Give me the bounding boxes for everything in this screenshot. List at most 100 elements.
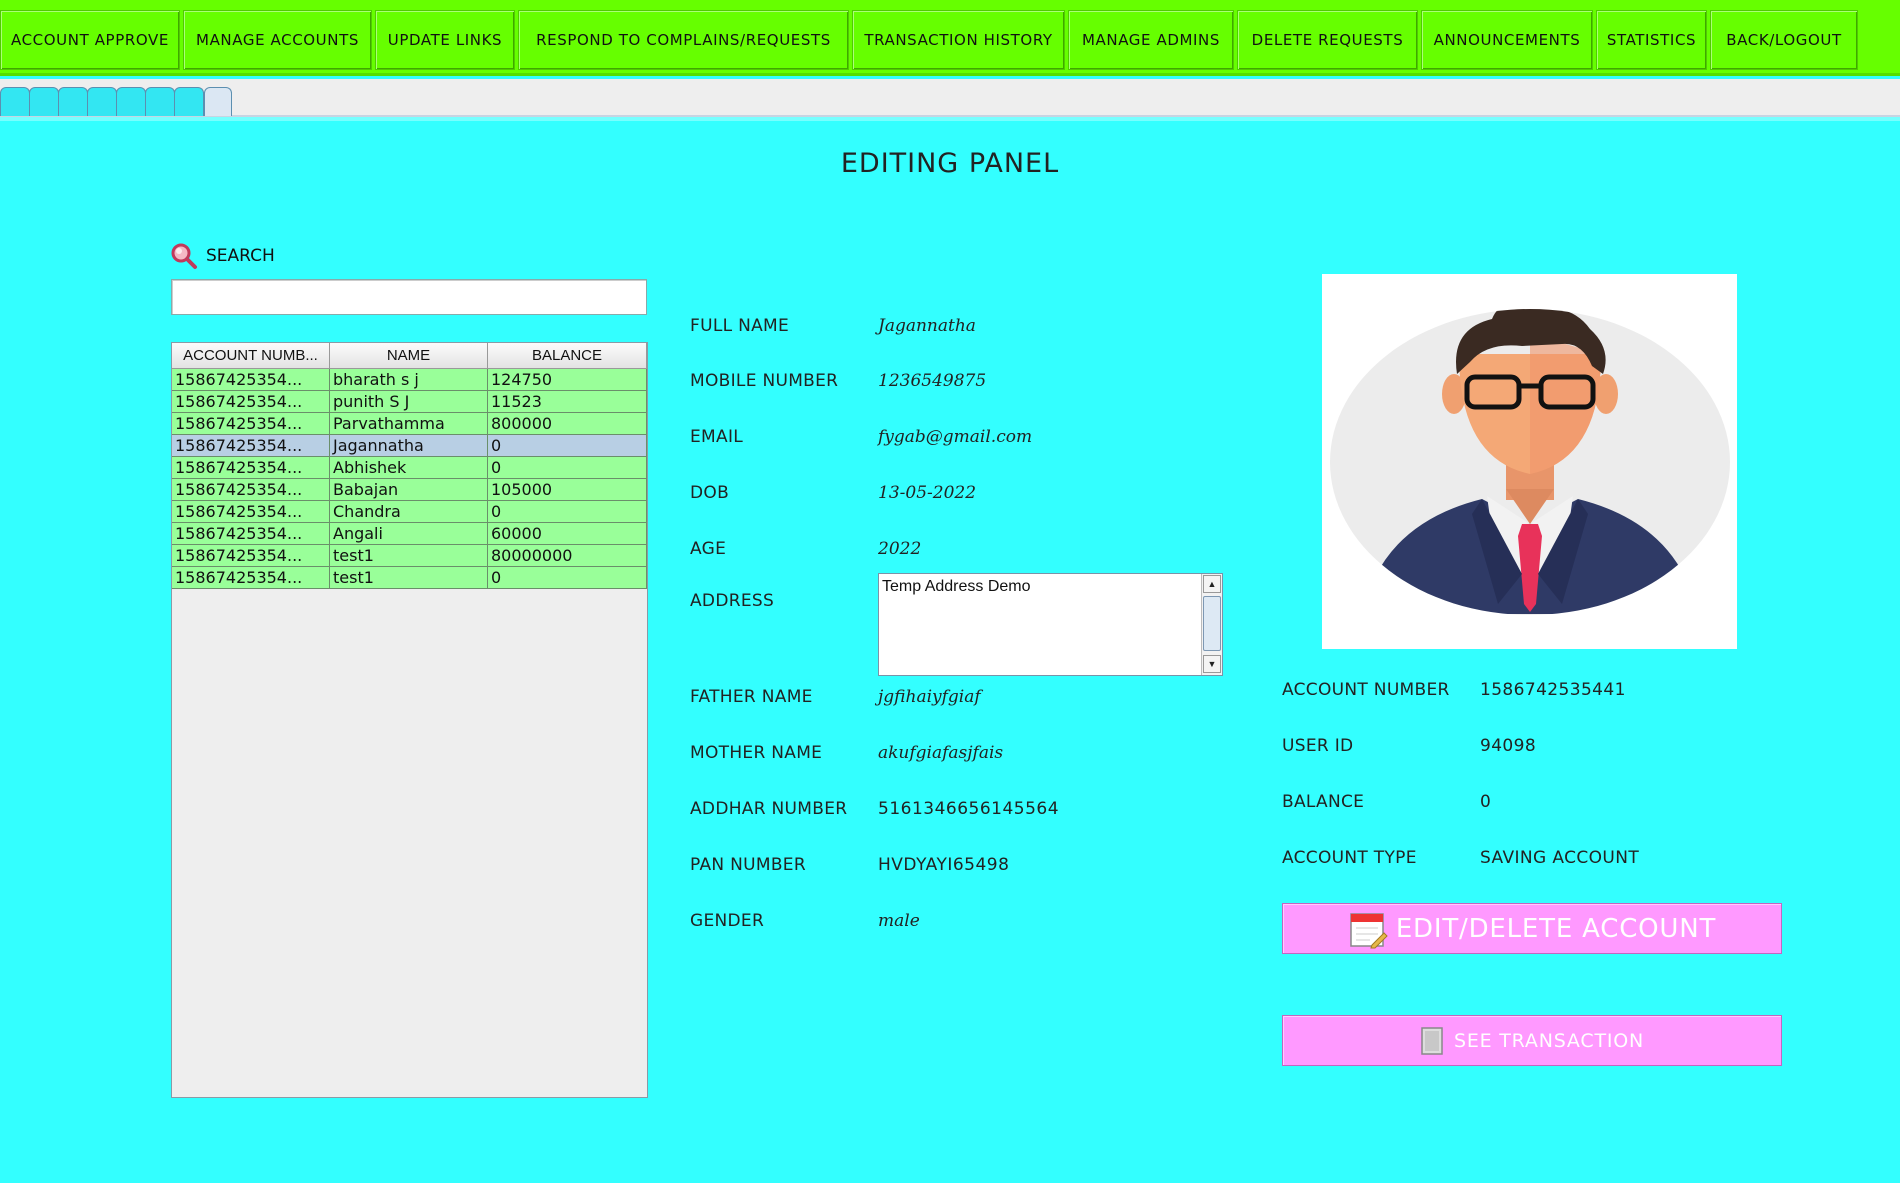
tab-editing-panel[interactable]: [204, 87, 232, 116]
table-row[interactable]: 15867425354... bharath s j 124750: [172, 369, 647, 391]
nav-update-links[interactable]: UPDATE LINKS: [375, 10, 515, 70]
address-textarea[interactable]: Temp Address Demo ▲ ▼: [878, 573, 1223, 676]
address-scrollbar[interactable]: ▲ ▼: [1201, 574, 1222, 675]
table-row[interactable]: 15867425354... Abhishek 0: [172, 457, 647, 479]
user-photo: [1322, 274, 1737, 649]
aadhar-label: ADDHAR NUMBER: [690, 799, 848, 819]
age-value: 2022: [878, 539, 922, 559]
cell-balance: 0: [488, 457, 647, 479]
cell-balance: 105000: [488, 479, 647, 501]
address-value: Temp Address Demo: [882, 578, 1031, 595]
tab-6[interactable]: [145, 87, 175, 116]
nav-announcements[interactable]: ANNOUNCEMENTS: [1421, 10, 1593, 70]
cell-balance: 60000: [488, 523, 647, 545]
scroll-down-icon[interactable]: ▼: [1203, 655, 1221, 673]
aadhar-value: 5161346656145564: [878, 799, 1060, 819]
nav-respond-complaints[interactable]: RESPOND TO COMPLAINS/REQUESTS: [518, 10, 849, 70]
gender-label: GENDER: [690, 911, 765, 931]
account-number-label: ACCOUNT NUMBER: [1282, 680, 1450, 700]
table-row[interactable]: 15867425354... Chandra 0: [172, 501, 647, 523]
account-type-label: ACCOUNT TYPE: [1282, 848, 1417, 868]
cell-name: test1: [330, 567, 488, 589]
table-row[interactable]: 15867425354... Parvathamma 800000: [172, 413, 647, 435]
edit-delete-account-label: EDIT/DELETE ACCOUNT: [1395, 913, 1717, 944]
cell-name: Babajan: [330, 479, 488, 501]
father-name-label: FATHER NAME: [690, 687, 813, 707]
account-number-value: 1586742535441: [1480, 680, 1626, 700]
table-row[interactable]: 15867425354... Babajan 105000: [172, 479, 647, 501]
pan-value: HVDYAYI65498: [878, 855, 1010, 875]
tab-7[interactable]: [174, 87, 204, 116]
scroll-up-icon[interactable]: ▲: [1203, 575, 1221, 593]
balance-label: BALANCE: [1282, 792, 1365, 812]
cell-name: Angali: [330, 523, 488, 545]
cell-account-number: 15867425354...: [172, 523, 330, 545]
cell-name: Abhishek: [330, 457, 488, 479]
cell-name: Jagannatha: [330, 435, 488, 457]
table-row[interactable]: 15867425354... Jagannatha 0: [172, 435, 647, 457]
nav-statistics[interactable]: STATISTICS: [1596, 10, 1707, 70]
tab-3[interactable]: [58, 87, 88, 116]
address-label: ADDRESS: [690, 591, 775, 611]
calendar-edit-icon: [1350, 912, 1388, 948]
table-row[interactable]: 15867425354... punith S J 11523: [172, 391, 647, 413]
cell-name: Parvathamma: [330, 413, 488, 435]
scroll-thumb[interactable]: [1203, 596, 1221, 651]
search-label: SEARCH: [170, 242, 275, 270]
mobile-label: MOBILE NUMBER: [690, 371, 839, 391]
pan-label: PAN NUMBER: [690, 855, 806, 875]
father-name-value: jgfihaiyfgiaf: [878, 687, 981, 707]
cell-account-number: 15867425354...: [172, 435, 330, 457]
search-input[interactable]: [171, 279, 647, 315]
mother-name-label: MOTHER NAME: [690, 743, 823, 763]
see-transaction-label: SEE TRANSACTION: [1453, 1029, 1645, 1052]
tab-1[interactable]: [0, 87, 30, 116]
cell-account-number: 15867425354...: [172, 391, 330, 413]
magnifier-icon: [171, 243, 197, 269]
top-navigation-bar: ACCOUNT APPROVE MANAGE ACCOUNTS UPDATE L…: [0, 0, 1900, 76]
user-id-label: USER ID: [1282, 736, 1354, 756]
table-row[interactable]: 15867425354... Angali 60000: [172, 523, 647, 545]
cell-balance: 0: [488, 567, 647, 589]
nav-account-approve[interactable]: ACCOUNT APPROVE: [0, 10, 180, 70]
gender-value: male: [878, 911, 920, 931]
see-transaction-button[interactable]: SEE TRANSACTION: [1282, 1015, 1782, 1066]
table-body: 15867425354... bharath s j 124750 158674253…: [172, 369, 647, 589]
dob-label: DOB: [690, 483, 730, 503]
tab-2[interactable]: [29, 87, 59, 116]
email-value: fygab@gmail.com: [878, 427, 1033, 447]
user-id-value: 94098: [1480, 736, 1537, 756]
cell-balance: 800000: [488, 413, 647, 435]
tab-strip: [0, 79, 1900, 117]
edit-delete-account-button[interactable]: EDIT/DELETE ACCOUNT: [1282, 903, 1782, 954]
accounts-table: ACCOUNT NUMB... NAME BALANCE 15867425354…: [171, 342, 648, 1098]
tab-content-border: [0, 117, 1900, 121]
nav-back-logout[interactable]: BACK/LOGOUT: [1710, 10, 1858, 70]
nav-transaction-history[interactable]: TRANSACTION HISTORY: [852, 10, 1065, 70]
tab-5[interactable]: [116, 87, 146, 116]
document-icon: [1421, 1026, 1443, 1055]
tab-4[interactable]: [87, 87, 117, 116]
search-label-text: SEARCH: [206, 246, 275, 266]
cell-balance: 0: [488, 435, 647, 457]
nav-manage-accounts[interactable]: MANAGE ACCOUNTS: [183, 10, 372, 70]
nav-delete-requests[interactable]: DELETE REQUESTS: [1237, 10, 1418, 70]
email-label: EMAIL: [690, 427, 744, 447]
balance-value: 0: [1480, 792, 1492, 812]
full-name-value: Jagannatha: [878, 316, 976, 336]
nav-manage-admins[interactable]: MANAGE ADMINS: [1068, 10, 1234, 70]
cell-name: punith S J: [330, 391, 488, 413]
mobile-value: 1236549875: [878, 371, 987, 391]
column-header-name[interactable]: NAME: [330, 343, 488, 369]
cell-account-number: 15867425354...: [172, 369, 330, 391]
column-header-account-number[interactable]: ACCOUNT NUMB...: [172, 343, 330, 369]
cell-balance: 80000000: [488, 545, 647, 567]
table-header: ACCOUNT NUMB... NAME BALANCE: [172, 343, 647, 369]
cell-balance: 0: [488, 501, 647, 523]
dob-value: 13-05-2022: [878, 483, 977, 503]
cell-balance: 11523: [488, 391, 647, 413]
cell-account-number: 15867425354...: [172, 501, 330, 523]
table-row[interactable]: 15867425354... test1 80000000: [172, 545, 647, 567]
column-header-balance[interactable]: BALANCE: [488, 343, 647, 369]
table-row[interactable]: 15867425354... test1 0: [172, 567, 647, 589]
